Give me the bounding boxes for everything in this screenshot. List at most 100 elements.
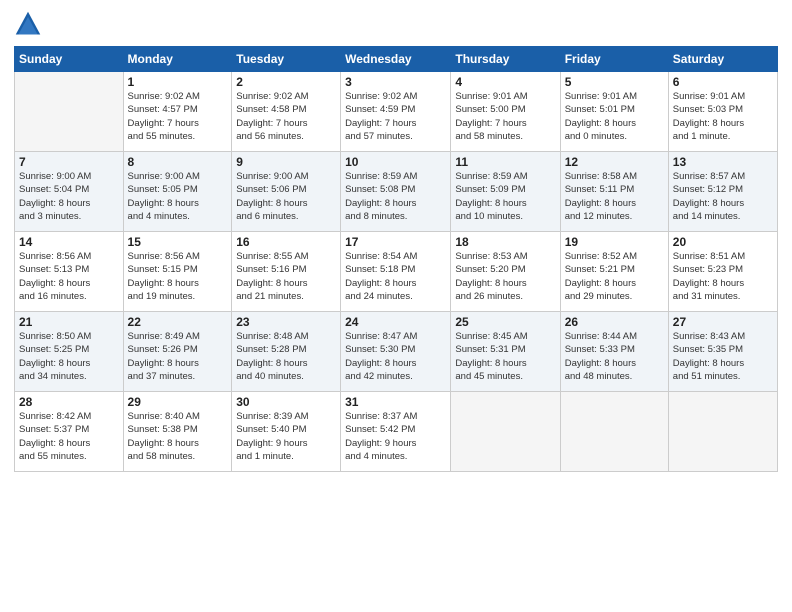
day-number: 29 <box>128 395 228 409</box>
calendar-week-row: 14Sunrise: 8:56 AM Sunset: 5:13 PM Dayli… <box>15 232 778 312</box>
day-info: Sunrise: 8:44 AM Sunset: 5:33 PM Dayligh… <box>565 330 664 383</box>
calendar-cell: 17Sunrise: 8:54 AM Sunset: 5:18 PM Dayli… <box>341 232 451 312</box>
calendar-week-row: 21Sunrise: 8:50 AM Sunset: 5:25 PM Dayli… <box>15 312 778 392</box>
day-info: Sunrise: 9:01 AM Sunset: 5:01 PM Dayligh… <box>565 90 664 143</box>
weekday-header-thursday: Thursday <box>451 47 560 72</box>
day-info: Sunrise: 8:52 AM Sunset: 5:21 PM Dayligh… <box>565 250 664 303</box>
weekday-header-friday: Friday <box>560 47 668 72</box>
calendar-cell: 6Sunrise: 9:01 AM Sunset: 5:03 PM Daylig… <box>668 72 777 152</box>
day-info: Sunrise: 9:00 AM Sunset: 5:05 PM Dayligh… <box>128 170 228 223</box>
day-info: Sunrise: 8:37 AM Sunset: 5:42 PM Dayligh… <box>345 410 446 463</box>
day-number: 26 <box>565 315 664 329</box>
calendar-cell: 11Sunrise: 8:59 AM Sunset: 5:09 PM Dayli… <box>451 152 560 232</box>
day-info: Sunrise: 9:02 AM Sunset: 4:59 PM Dayligh… <box>345 90 446 143</box>
day-number: 16 <box>236 235 336 249</box>
calendar-cell: 4Sunrise: 9:01 AM Sunset: 5:00 PM Daylig… <box>451 72 560 152</box>
day-info: Sunrise: 9:02 AM Sunset: 4:58 PM Dayligh… <box>236 90 336 143</box>
calendar-cell: 8Sunrise: 9:00 AM Sunset: 5:05 PM Daylig… <box>123 152 232 232</box>
calendar-cell: 14Sunrise: 8:56 AM Sunset: 5:13 PM Dayli… <box>15 232 124 312</box>
calendar-cell: 12Sunrise: 8:58 AM Sunset: 5:11 PM Dayli… <box>560 152 668 232</box>
calendar-cell: 29Sunrise: 8:40 AM Sunset: 5:38 PM Dayli… <box>123 392 232 472</box>
day-info: Sunrise: 8:51 AM Sunset: 5:23 PM Dayligh… <box>673 250 773 303</box>
weekday-header-sunday: Sunday <box>15 47 124 72</box>
day-number: 6 <box>673 75 773 89</box>
calendar-cell: 28Sunrise: 8:42 AM Sunset: 5:37 PM Dayli… <box>15 392 124 472</box>
day-info: Sunrise: 8:49 AM Sunset: 5:26 PM Dayligh… <box>128 330 228 383</box>
calendar-week-row: 7Sunrise: 9:00 AM Sunset: 5:04 PM Daylig… <box>15 152 778 232</box>
day-number: 9 <box>236 155 336 169</box>
calendar-cell: 3Sunrise: 9:02 AM Sunset: 4:59 PM Daylig… <box>341 72 451 152</box>
calendar-table: SundayMondayTuesdayWednesdayThursdayFrid… <box>14 46 778 472</box>
weekday-header-saturday: Saturday <box>668 47 777 72</box>
day-number: 8 <box>128 155 228 169</box>
calendar-cell: 13Sunrise: 8:57 AM Sunset: 5:12 PM Dayli… <box>668 152 777 232</box>
day-number: 27 <box>673 315 773 329</box>
day-number: 25 <box>455 315 555 329</box>
weekday-header-monday: Monday <box>123 47 232 72</box>
calendar-cell <box>15 72 124 152</box>
day-info: Sunrise: 8:56 AM Sunset: 5:13 PM Dayligh… <box>19 250 119 303</box>
day-info: Sunrise: 8:42 AM Sunset: 5:37 PM Dayligh… <box>19 410 119 463</box>
calendar-cell: 26Sunrise: 8:44 AM Sunset: 5:33 PM Dayli… <box>560 312 668 392</box>
calendar-cell: 5Sunrise: 9:01 AM Sunset: 5:01 PM Daylig… <box>560 72 668 152</box>
day-info: Sunrise: 8:53 AM Sunset: 5:20 PM Dayligh… <box>455 250 555 303</box>
calendar-cell: 30Sunrise: 8:39 AM Sunset: 5:40 PM Dayli… <box>232 392 341 472</box>
day-info: Sunrise: 8:54 AM Sunset: 5:18 PM Dayligh… <box>345 250 446 303</box>
weekday-header-wednesday: Wednesday <box>341 47 451 72</box>
calendar-cell: 18Sunrise: 8:53 AM Sunset: 5:20 PM Dayli… <box>451 232 560 312</box>
calendar-cell: 24Sunrise: 8:47 AM Sunset: 5:30 PM Dayli… <box>341 312 451 392</box>
calendar-cell: 15Sunrise: 8:56 AM Sunset: 5:15 PM Dayli… <box>123 232 232 312</box>
day-number: 11 <box>455 155 555 169</box>
day-number: 12 <box>565 155 664 169</box>
day-number: 4 <box>455 75 555 89</box>
day-number: 23 <box>236 315 336 329</box>
day-number: 28 <box>19 395 119 409</box>
day-info: Sunrise: 8:57 AM Sunset: 5:12 PM Dayligh… <box>673 170 773 223</box>
day-number: 19 <box>565 235 664 249</box>
logo <box>14 10 46 38</box>
day-info: Sunrise: 8:47 AM Sunset: 5:30 PM Dayligh… <box>345 330 446 383</box>
day-info: Sunrise: 8:43 AM Sunset: 5:35 PM Dayligh… <box>673 330 773 383</box>
logo-icon <box>14 10 42 38</box>
calendar-cell: 2Sunrise: 9:02 AM Sunset: 4:58 PM Daylig… <box>232 72 341 152</box>
calendar-cell: 23Sunrise: 8:48 AM Sunset: 5:28 PM Dayli… <box>232 312 341 392</box>
calendar-cell: 20Sunrise: 8:51 AM Sunset: 5:23 PM Dayli… <box>668 232 777 312</box>
day-number: 1 <box>128 75 228 89</box>
calendar-cell: 7Sunrise: 9:00 AM Sunset: 5:04 PM Daylig… <box>15 152 124 232</box>
day-number: 5 <box>565 75 664 89</box>
calendar-cell: 21Sunrise: 8:50 AM Sunset: 5:25 PM Dayli… <box>15 312 124 392</box>
day-info: Sunrise: 9:00 AM Sunset: 5:04 PM Dayligh… <box>19 170 119 223</box>
day-number: 31 <box>345 395 446 409</box>
day-number: 18 <box>455 235 555 249</box>
day-info: Sunrise: 8:39 AM Sunset: 5:40 PM Dayligh… <box>236 410 336 463</box>
calendar-cell: 10Sunrise: 8:59 AM Sunset: 5:08 PM Dayli… <box>341 152 451 232</box>
day-info: Sunrise: 8:50 AM Sunset: 5:25 PM Dayligh… <box>19 330 119 383</box>
day-info: Sunrise: 8:55 AM Sunset: 5:16 PM Dayligh… <box>236 250 336 303</box>
calendar-cell <box>560 392 668 472</box>
day-number: 14 <box>19 235 119 249</box>
day-number: 22 <box>128 315 228 329</box>
weekday-header-tuesday: Tuesday <box>232 47 341 72</box>
calendar-cell: 19Sunrise: 8:52 AM Sunset: 5:21 PM Dayli… <box>560 232 668 312</box>
weekday-header-row: SundayMondayTuesdayWednesdayThursdayFrid… <box>15 47 778 72</box>
day-info: Sunrise: 9:01 AM Sunset: 5:00 PM Dayligh… <box>455 90 555 143</box>
day-number: 3 <box>345 75 446 89</box>
day-number: 30 <box>236 395 336 409</box>
calendar-week-row: 28Sunrise: 8:42 AM Sunset: 5:37 PM Dayli… <box>15 392 778 472</box>
day-info: Sunrise: 9:00 AM Sunset: 5:06 PM Dayligh… <box>236 170 336 223</box>
calendar-page: SundayMondayTuesdayWednesdayThursdayFrid… <box>0 0 792 612</box>
day-info: Sunrise: 9:02 AM Sunset: 4:57 PM Dayligh… <box>128 90 228 143</box>
day-info: Sunrise: 8:58 AM Sunset: 5:11 PM Dayligh… <box>565 170 664 223</box>
day-number: 10 <box>345 155 446 169</box>
day-number: 13 <box>673 155 773 169</box>
day-info: Sunrise: 8:48 AM Sunset: 5:28 PM Dayligh… <box>236 330 336 383</box>
day-info: Sunrise: 8:40 AM Sunset: 5:38 PM Dayligh… <box>128 410 228 463</box>
day-number: 20 <box>673 235 773 249</box>
header <box>14 10 778 38</box>
calendar-cell: 16Sunrise: 8:55 AM Sunset: 5:16 PM Dayli… <box>232 232 341 312</box>
calendar-cell <box>668 392 777 472</box>
day-info: Sunrise: 9:01 AM Sunset: 5:03 PM Dayligh… <box>673 90 773 143</box>
day-number: 21 <box>19 315 119 329</box>
day-info: Sunrise: 8:56 AM Sunset: 5:15 PM Dayligh… <box>128 250 228 303</box>
calendar-cell: 31Sunrise: 8:37 AM Sunset: 5:42 PM Dayli… <box>341 392 451 472</box>
